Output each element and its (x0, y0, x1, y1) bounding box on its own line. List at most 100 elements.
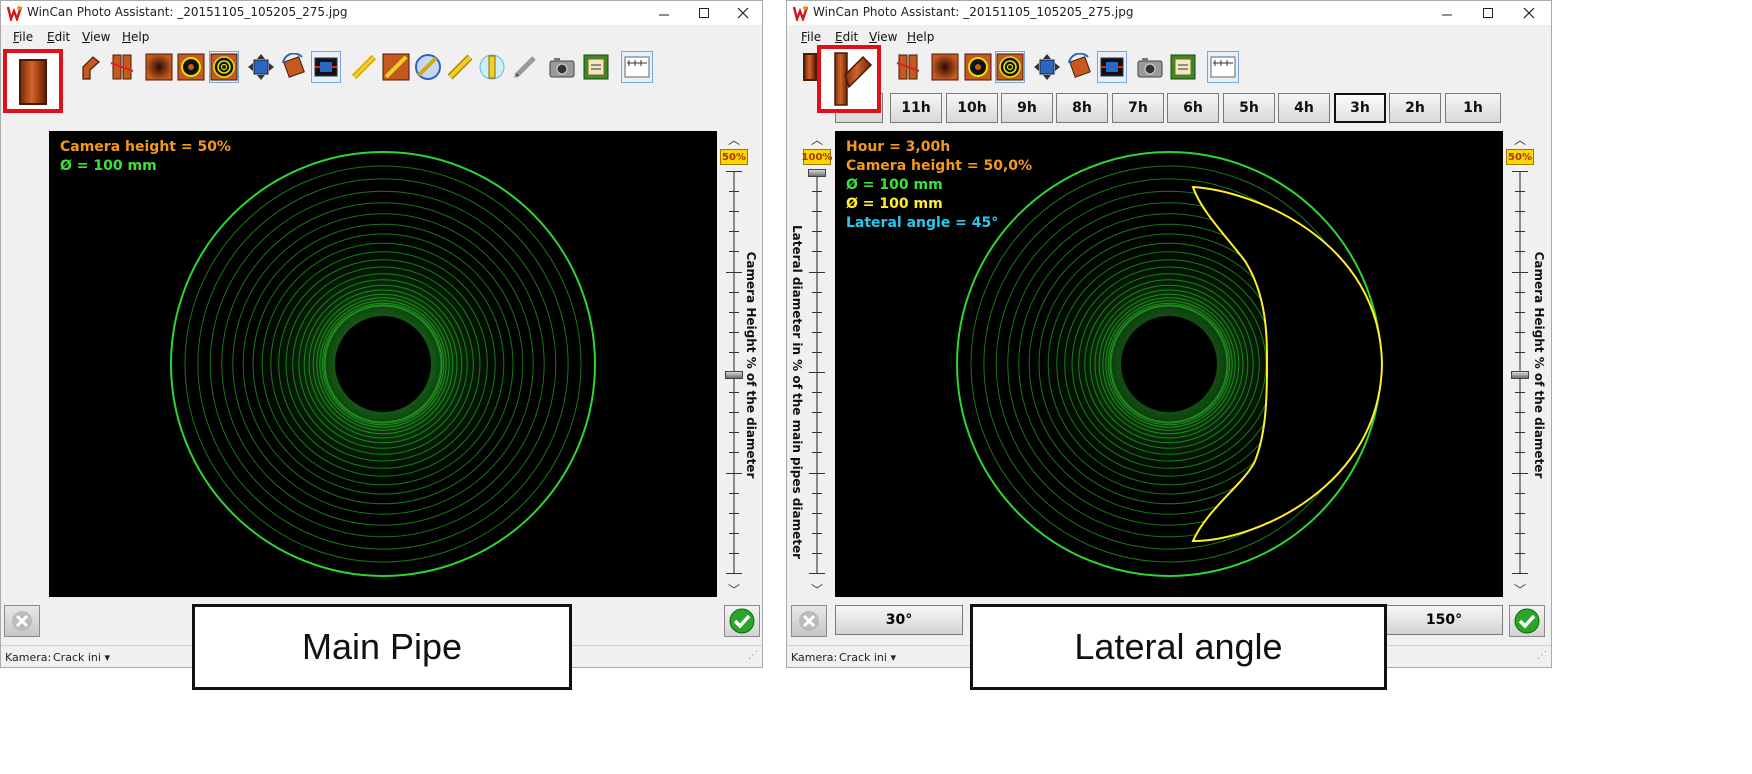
pipe-bend-icon[interactable] (75, 51, 105, 83)
fit-icon[interactable] (1097, 51, 1127, 83)
ring-icon[interactable] (963, 51, 993, 83)
lateral-angle-readout: Lateral angle = 45° (846, 215, 999, 231)
menu-view[interactable]: View (869, 30, 897, 44)
slider-tick (729, 513, 739, 514)
hour-button[interactable]: 9h (1001, 93, 1053, 123)
hour-button[interactable]: 2h (1389, 93, 1441, 123)
pipe-preview-canvas[interactable]: Camera height = 50% Ø = 100 mm (49, 131, 717, 597)
hour-readout: Hour = 3,00h (846, 139, 951, 155)
camera-height-slider[interactable]: ︿ 50% ﹀ (1506, 131, 1534, 601)
slider-tick (729, 251, 739, 252)
measure-alt-icon[interactable] (445, 51, 475, 83)
pipe-offset-icon[interactable] (107, 51, 137, 83)
slider-tick (726, 573, 742, 574)
slider-up-arrow-icon[interactable]: ︿ (727, 131, 741, 148)
menu-file[interactable]: File (13, 30, 33, 44)
minimize-icon[interactable] (644, 1, 684, 25)
minimize-icon[interactable] (1427, 1, 1467, 25)
camera-icon[interactable] (547, 51, 577, 83)
multi-ring-icon[interactable] (995, 51, 1025, 83)
pipe-blur-icon[interactable] (144, 51, 174, 83)
slider-tick (729, 332, 739, 333)
menu-help[interactable]: Help (122, 30, 149, 44)
pipe-offset-icon[interactable] (893, 51, 923, 83)
slider-up-arrow-icon[interactable]: ︿ (1513, 131, 1527, 148)
main-pipe-window: WinCan Photo Assistant: _20151105_105205… (0, 0, 763, 668)
main-pipe-tool-highlight[interactable] (3, 49, 63, 113)
save-photo-icon[interactable] (1168, 51, 1198, 83)
slider-tick (729, 412, 739, 413)
pipe-cut-icon[interactable] (381, 51, 411, 83)
rotate-icon[interactable] (1065, 51, 1095, 83)
hour-button-active[interactable]: 3h (1334, 93, 1386, 123)
camera-select[interactable]: Crack ini ▾ (839, 651, 896, 664)
camera-icon[interactable] (1135, 51, 1165, 83)
slider-thumb[interactable] (808, 169, 826, 177)
slider-tick (1512, 473, 1528, 474)
slider-up-arrow-icon[interactable]: ︿ (810, 131, 824, 148)
menu-file[interactable]: File (801, 30, 821, 44)
hour-button[interactable]: 10h (946, 93, 998, 123)
fit-icon[interactable] (311, 51, 341, 83)
toolbar (1, 49, 762, 87)
measure-line-icon[interactable] (349, 51, 379, 83)
toolbar (787, 49, 1551, 87)
hatch-circle-icon[interactable] (413, 51, 443, 83)
resize-grip-icon[interactable]: ⋰ (1537, 650, 1547, 661)
hour-button[interactable]: 4h (1278, 93, 1330, 123)
camera-select[interactable]: Crack ini ▾ (53, 651, 110, 664)
slider-down-arrow-icon[interactable]: ﹀ (810, 581, 824, 598)
menu-edit[interactable]: Edit (835, 30, 858, 44)
slider-thumb[interactable] (725, 371, 743, 379)
save-photo-icon[interactable] (581, 51, 611, 83)
slider-tick (729, 533, 739, 534)
pen-icon[interactable] (510, 51, 540, 83)
menu-help[interactable]: Help (907, 30, 934, 44)
status-camera-label: Kamera: (5, 651, 52, 664)
hour-button[interactable]: 7h (1112, 93, 1164, 123)
close-icon[interactable] (723, 1, 762, 25)
slider-down-arrow-icon[interactable]: ﹀ (1513, 581, 1527, 598)
pipe-blur-icon[interactable] (930, 51, 960, 83)
angle-button-30[interactable]: 30° (835, 605, 963, 635)
slider-tick (812, 211, 822, 212)
title-bar: WinCan Photo Assistant: _20151105_105205… (1, 1, 762, 25)
menu-view[interactable]: View (82, 30, 110, 44)
slider-down-arrow-icon[interactable]: ﹀ (727, 581, 741, 598)
slider-tick (809, 372, 825, 373)
move-icon[interactable] (1032, 51, 1062, 83)
maximize-icon[interactable] (684, 1, 724, 25)
slider-tick (812, 292, 822, 293)
lateral-diameter-slider[interactable]: ︿ 100% ﹀ (802, 131, 833, 601)
slider-tick (1515, 231, 1525, 232)
lateral-preview-canvas[interactable]: Hour = 3,00h Camera height = 50,0% Ø = 1… (835, 131, 1503, 597)
hour-button[interactable]: 11h (890, 93, 942, 123)
cancel-button[interactable] (4, 605, 40, 637)
ring-icon[interactable] (176, 51, 206, 83)
resize-grip-icon[interactable]: ⋰ (748, 650, 758, 661)
slider-tick (812, 553, 822, 554)
confirm-button[interactable] (1509, 605, 1545, 637)
hour-button[interactable]: 5h (1223, 93, 1275, 123)
slider-tick (1515, 292, 1525, 293)
maximize-icon[interactable] (1468, 1, 1508, 25)
slider-tick (729, 452, 739, 453)
main-pipe-icon (19, 59, 47, 105)
cancel-button[interactable] (791, 605, 827, 637)
slider-tick (812, 412, 822, 413)
tube-gauge-icon[interactable] (477, 51, 507, 83)
grid-ruler-icon[interactable] (1207, 51, 1239, 83)
multi-ring-icon[interactable] (209, 51, 239, 83)
slider-thumb[interactable] (1511, 371, 1529, 379)
menu-edit[interactable]: Edit (47, 30, 70, 44)
confirm-button[interactable] (724, 605, 760, 637)
hour-button[interactable]: 6h (1167, 93, 1219, 123)
hour-button[interactable]: 1h (1445, 93, 1501, 123)
close-icon[interactable] (1509, 1, 1549, 25)
move-icon[interactable] (246, 51, 276, 83)
grid-ruler-icon[interactable] (621, 51, 653, 83)
rotate-icon[interactable] (279, 51, 309, 83)
lateral-pipe-tool-highlight[interactable] (817, 45, 881, 113)
angle-button-150[interactable]: 150° (1385, 605, 1503, 635)
hour-button[interactable]: 8h (1056, 93, 1108, 123)
